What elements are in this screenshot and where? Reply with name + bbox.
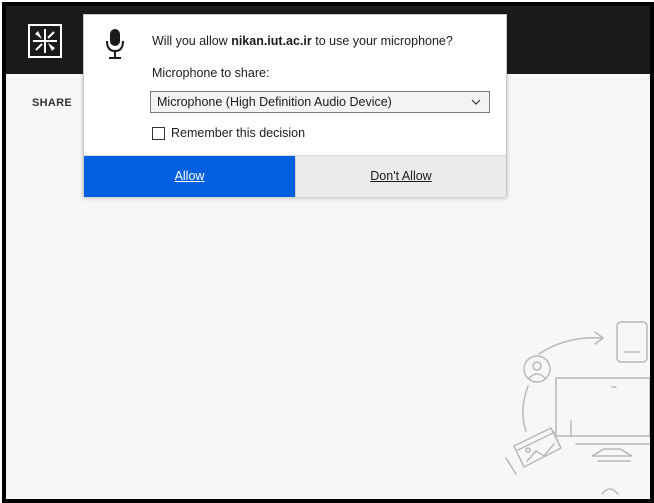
dont-allow-button[interactable]: Don't Allow <box>295 156 506 197</box>
site-name: nikan.iut.ac.ir <box>231 34 312 48</box>
allow-label: Allow <box>174 169 205 183</box>
selected-device: Microphone (High Definition Audio Device… <box>157 95 392 109</box>
browser-frame: SHARE Will you allow nikan.iut.ac.ir to … <box>2 2 654 503</box>
remember-checkbox[interactable] <box>152 126 165 140</box>
question-suffix: to use your microphone? <box>311 34 453 48</box>
app-logo-icon[interactable] <box>28 24 62 58</box>
remember-label: Remember this decision <box>171 126 306 140</box>
dont-allow-label: Don't Allow <box>370 169 432 183</box>
microphone-field-label: Microphone to share: <box>152 66 270 80</box>
microphone-select[interactable]: Microphone (High Definition Audio Device… <box>150 91 490 113</box>
permission-question: Will you allow nikan.iut.ac.ir to use yo… <box>152 34 453 48</box>
microphone-permission-dialog: Will you allow nikan.iut.ac.ir to use yo… <box>83 14 507 197</box>
dialog-buttons: Allow Don't Allow <box>84 155 506 197</box>
allow-button[interactable]: Allow <box>84 156 295 197</box>
chevron-down-icon <box>471 99 481 105</box>
share-label: SHARE <box>32 97 73 109</box>
question-prefix: Will you allow <box>152 34 232 48</box>
microphone-icon <box>106 29 124 59</box>
remember-decision[interactable]: Remember this decision <box>152 125 305 141</box>
